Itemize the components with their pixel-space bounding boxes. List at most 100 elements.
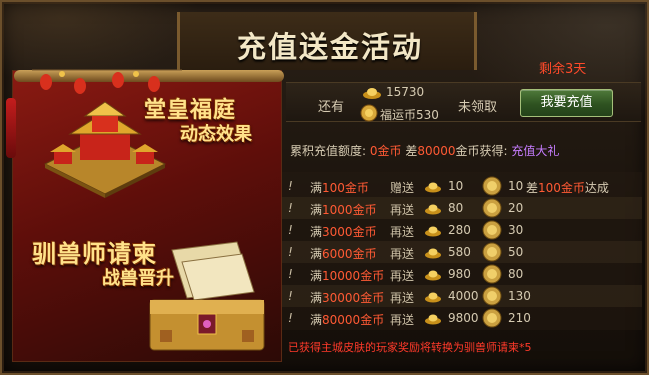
tier-threshold: 满1000金币 bbox=[310, 201, 377, 218]
tier-threshold-unit: 金币 bbox=[352, 247, 377, 261]
fuyun-coin-icon bbox=[360, 104, 378, 122]
tier-bullet: ! bbox=[288, 179, 293, 193]
tier-threshold-unit: 金币 bbox=[344, 181, 369, 195]
summary-reward-link[interactable]: 充值大礼 bbox=[511, 142, 559, 159]
fuyun-count: 530 bbox=[416, 108, 439, 122]
tier-threshold-unit: 金币 bbox=[360, 269, 385, 283]
tier-threshold-amount: 1000 bbox=[322, 203, 353, 217]
tier-threshold-unit: 金币 bbox=[352, 225, 377, 239]
tier-threshold-unit: 金币 bbox=[360, 313, 385, 327]
gold-ingot-icon bbox=[424, 202, 442, 218]
tier-row: ! 满6000金币 再送 580 50 bbox=[282, 241, 642, 263]
recharge-summary: 累积充值额度: 0金币 差80000金币获得: 充值大礼 bbox=[290, 142, 559, 159]
tier-threshold: 满10000金币 bbox=[310, 267, 384, 284]
tier-bullet: ! bbox=[288, 289, 293, 303]
tier-coin-amount: 80 bbox=[508, 267, 524, 281]
unclaimed-status: 未领取 bbox=[458, 100, 498, 115]
tier-bullet: ! bbox=[288, 311, 293, 325]
tier-threshold-amount: 30000 bbox=[322, 291, 361, 305]
tier-bullet: ! bbox=[288, 245, 293, 259]
tier-condition-amount: 100金币 bbox=[538, 181, 585, 195]
tier-row: ! 满10000金币 再送 980 80 bbox=[282, 263, 642, 285]
summary-amount: 0金币 bbox=[369, 144, 402, 158]
gold-ingot-icon bbox=[424, 246, 442, 262]
tier-threshold-prefix: 满 bbox=[310, 269, 323, 283]
tier-threshold-prefix: 满 bbox=[310, 247, 323, 261]
tier-ingot-amount: 280 bbox=[448, 223, 471, 237]
fuyun-coin-icon bbox=[482, 264, 502, 287]
fuyun-label: 福运币 bbox=[380, 108, 417, 122]
gold-ingot-icon bbox=[363, 88, 381, 99]
tier-threshold-amount: 6000 bbox=[322, 247, 353, 261]
summary-diff-amount: 80000 bbox=[417, 144, 456, 158]
fuyun-coin-icon bbox=[482, 286, 502, 309]
tier-threshold-amount: 3000 bbox=[322, 225, 353, 239]
fuyun-coin-icon bbox=[482, 198, 502, 221]
fuyun-coin-icon bbox=[482, 308, 502, 331]
tier-row: ! 满30000金币 再送 4000 130 bbox=[282, 285, 642, 307]
tier-threshold-unit: 金币 bbox=[360, 291, 385, 305]
tier-threshold: 满3000金币 bbox=[310, 223, 377, 240]
tier-coin-amount: 50 bbox=[508, 245, 524, 259]
tier-threshold-prefix: 满 bbox=[310, 313, 323, 327]
recharge-button[interactable]: 我要充值 bbox=[520, 89, 613, 117]
tier-verb: 再送 bbox=[390, 291, 415, 305]
fuyun-coin-icon bbox=[482, 176, 502, 199]
footer-note: 已获得主城皮肤的玩家奖励将转换为驯兽师请柬*5 bbox=[288, 341, 532, 354]
tier-threshold-prefix: 满 bbox=[310, 203, 323, 217]
gold-ingot-icon bbox=[424, 180, 442, 196]
tier-coin-amount: 30 bbox=[508, 223, 524, 237]
tier-ingot-amount: 10 bbox=[448, 179, 464, 193]
remaining-days-label: 剩余3天 bbox=[539, 62, 587, 77]
gold-count: 15730 bbox=[386, 85, 425, 99]
tier-row: ! 满80000金币 再送 9800 210 bbox=[282, 307, 642, 329]
gold-ingot-icon bbox=[424, 268, 442, 284]
summary-label: 累积充值额度: bbox=[290, 144, 367, 158]
tier-bullet: ! bbox=[288, 223, 293, 237]
tier-coin-amount: 10 bbox=[508, 179, 524, 193]
tier-ingot-amount: 80 bbox=[448, 201, 464, 215]
tier-row: ! 满3000金币 再送 280 30 bbox=[282, 219, 642, 241]
tier-ingot-amount: 9800 bbox=[448, 311, 479, 325]
tier-ingot-amount: 4000 bbox=[448, 289, 479, 303]
fuyun-coin-icon bbox=[482, 242, 502, 265]
summary-diff-prefix: 差 bbox=[405, 144, 418, 158]
tier-coin-amount: 20 bbox=[508, 201, 524, 215]
tier-verb: 再送 bbox=[390, 225, 415, 239]
gold-ingot-icon bbox=[424, 224, 442, 240]
gold-ingot-icon bbox=[424, 312, 442, 328]
tier-row: ! 满1000金币 再送 80 20 bbox=[282, 197, 642, 219]
tier-verb: 再送 bbox=[390, 313, 415, 327]
tier-condition-prefix: 差 bbox=[526, 181, 539, 195]
tier-threshold: 满100金币 bbox=[310, 179, 369, 196]
tier-bullet: ! bbox=[288, 267, 293, 281]
tier-verb: 赠送 bbox=[390, 181, 415, 195]
page-title: 充值送金活动 bbox=[236, 30, 423, 64]
fuyun-balance: 福运币530 bbox=[380, 106, 439, 123]
tier-row: ! 满100金币 赠送 10 10 差100金币达成 bbox=[282, 175, 642, 197]
tier-condition-suffix: 达成 bbox=[584, 181, 609, 195]
have-label: 还有 bbox=[318, 100, 345, 115]
tier-ingot-amount: 980 bbox=[448, 267, 471, 281]
tier-threshold-prefix: 满 bbox=[310, 291, 323, 305]
tier-threshold-prefix: 满 bbox=[310, 225, 323, 239]
chest-illustration bbox=[149, 241, 265, 351]
tier-coin-amount: 210 bbox=[508, 311, 531, 325]
tier-bullet: ! bbox=[288, 201, 293, 215]
fuyun-coin-icon bbox=[482, 220, 502, 243]
tier-threshold-amount: 80000 bbox=[322, 313, 361, 327]
gold-ingot-icon bbox=[424, 290, 442, 306]
tier-ingot-amount: 580 bbox=[448, 245, 471, 259]
tier-verb: 再送 bbox=[390, 269, 415, 283]
tier-condition: 差100金币达成 bbox=[526, 179, 609, 196]
promo-palace-subtitle: 动态效果 bbox=[180, 124, 252, 145]
tier-threshold-prefix: 满 bbox=[310, 181, 323, 195]
tier-threshold-amount: 100 bbox=[322, 181, 345, 195]
summary-diff-suffix: 金币获得: bbox=[455, 144, 508, 158]
title-plaque: 充值送金活动 bbox=[177, 12, 477, 70]
tier-threshold: 满80000金币 bbox=[310, 311, 384, 328]
tier-threshold-unit: 金币 bbox=[352, 203, 377, 217]
tassel-decoration bbox=[6, 98, 16, 158]
tier-verb: 再送 bbox=[390, 203, 415, 217]
tier-threshold-amount: 10000 bbox=[322, 269, 361, 283]
